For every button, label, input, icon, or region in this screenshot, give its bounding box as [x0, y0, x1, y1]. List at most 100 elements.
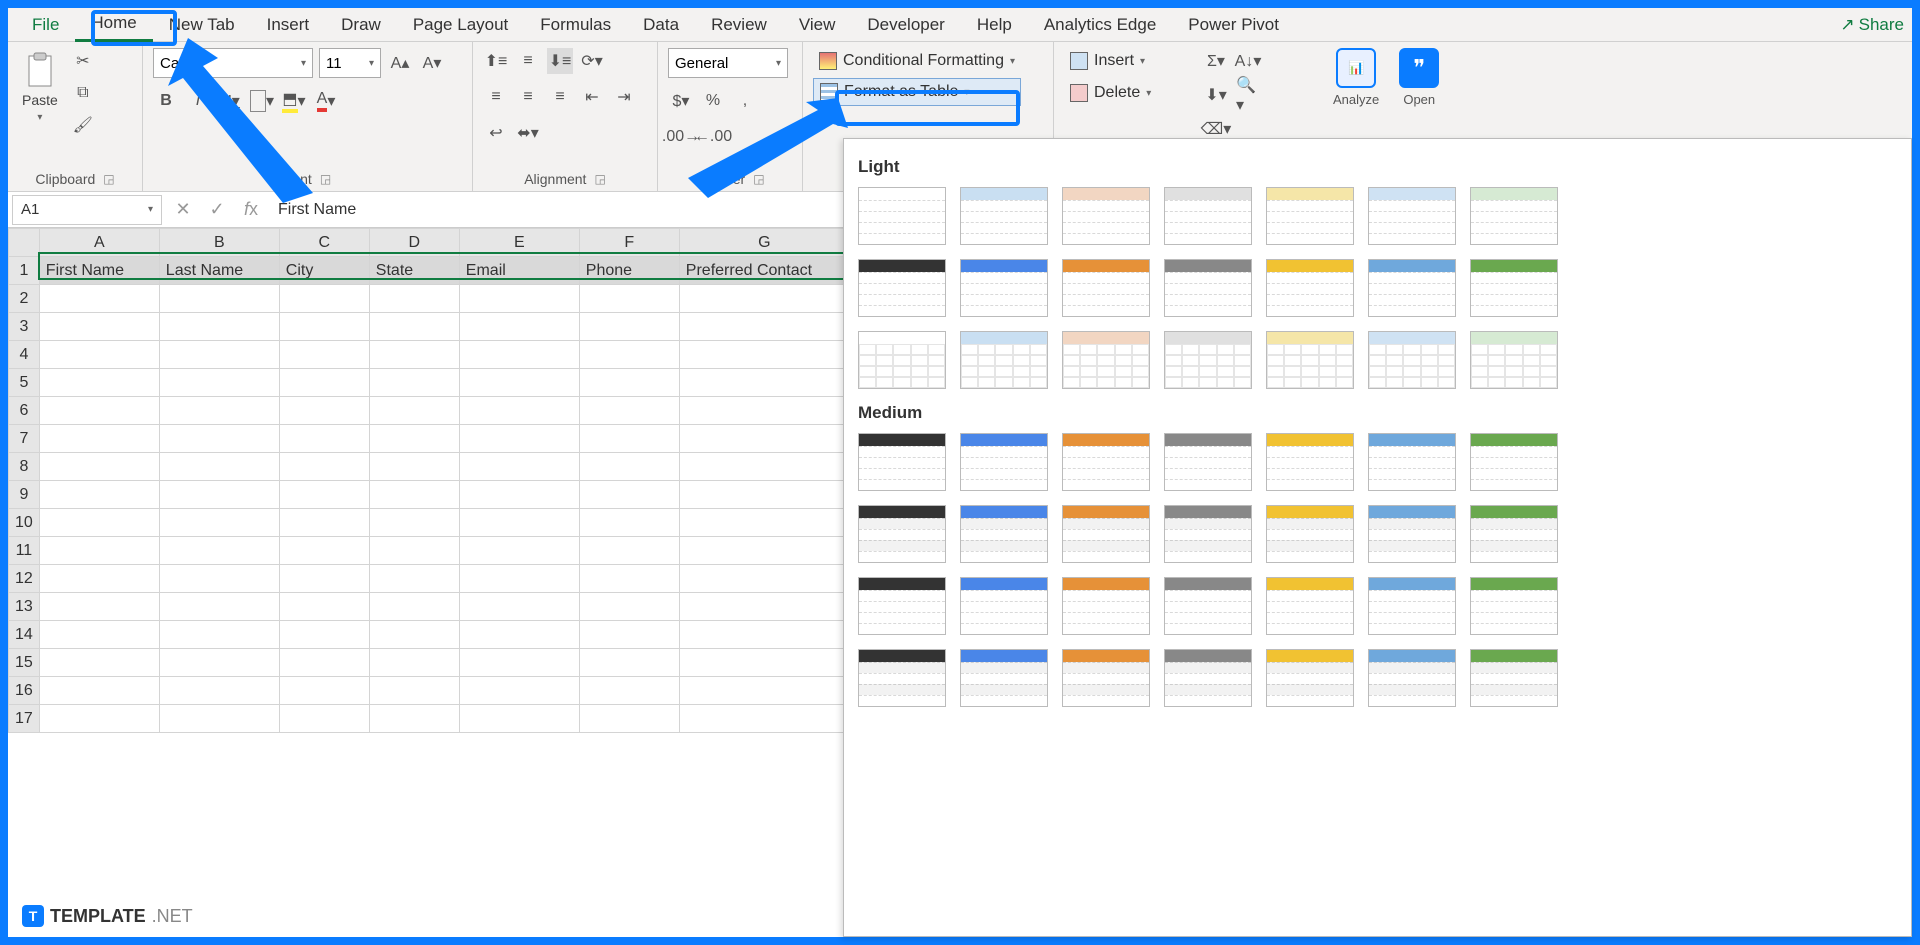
conditional-formatting-button[interactable]: Conditional Formatting▾ [813, 48, 1021, 74]
insert-cells-button[interactable]: Insert▾ [1064, 48, 1157, 74]
cell-G1[interactable]: Preferred Contact [679, 257, 849, 285]
table-style-swatch[interactable] [1368, 331, 1456, 389]
cell-D12[interactable] [369, 565, 459, 593]
table-style-swatch[interactable] [1062, 505, 1150, 563]
cell-A14[interactable] [39, 621, 159, 649]
autosum-button[interactable]: Σ▾ [1203, 48, 1229, 74]
open-button[interactable]: ❞Open [1399, 48, 1439, 107]
cell-F13[interactable] [579, 593, 679, 621]
cell-G15[interactable] [679, 649, 849, 677]
row-header-3[interactable]: 3 [9, 313, 40, 341]
cell-A17[interactable] [39, 705, 159, 733]
cell-B2[interactable] [159, 285, 279, 313]
row-header-13[interactable]: 13 [9, 593, 40, 621]
col-header-E[interactable]: E [459, 229, 579, 257]
increase-font-button[interactable]: A▴ [387, 50, 413, 76]
cell-A1[interactable]: First Name [39, 257, 159, 285]
cell-B1[interactable]: Last Name [159, 257, 279, 285]
tab-newtab[interactable]: New Tab [153, 9, 251, 41]
cell-D4[interactable] [369, 341, 459, 369]
cell-D13[interactable] [369, 593, 459, 621]
cell-E3[interactable] [459, 313, 579, 341]
cell-E1[interactable]: Email [459, 257, 579, 285]
cell-C8[interactable] [279, 453, 369, 481]
currency-button[interactable]: $▾ [668, 88, 694, 114]
table-style-swatch[interactable] [1266, 505, 1354, 563]
cell-D7[interactable] [369, 425, 459, 453]
cell-E14[interactable] [459, 621, 579, 649]
table-style-swatch[interactable] [960, 433, 1048, 491]
name-box[interactable]: A1▾ [12, 195, 162, 225]
cell-D2[interactable] [369, 285, 459, 313]
table-style-swatch[interactable] [858, 259, 946, 317]
table-style-swatch[interactable] [1470, 649, 1558, 707]
cell-A16[interactable] [39, 677, 159, 705]
cell-G4[interactable] [679, 341, 849, 369]
tab-review[interactable]: Review [695, 9, 783, 41]
cell-G8[interactable] [679, 453, 849, 481]
cell-F5[interactable] [579, 369, 679, 397]
cell-F15[interactable] [579, 649, 679, 677]
tab-pagelayout[interactable]: Page Layout [397, 9, 524, 41]
table-style-swatch[interactable] [1368, 577, 1456, 635]
table-style-swatch[interactable] [1062, 187, 1150, 245]
cell-C13[interactable] [279, 593, 369, 621]
cell-C11[interactable] [279, 537, 369, 565]
row-header-2[interactable]: 2 [9, 285, 40, 313]
cell-C3[interactable] [279, 313, 369, 341]
row-header-5[interactable]: 5 [9, 369, 40, 397]
table-style-swatch[interactable] [1062, 433, 1150, 491]
border-button[interactable]: ▾ [249, 88, 275, 114]
table-style-swatch[interactable] [1470, 505, 1558, 563]
tab-data[interactable]: Data [627, 9, 695, 41]
cell-B15[interactable] [159, 649, 279, 677]
cell-F16[interactable] [579, 677, 679, 705]
cell-E8[interactable] [459, 453, 579, 481]
copy-button[interactable]: ⧉ [70, 80, 96, 106]
align-right-button[interactable]: ≡ [547, 84, 573, 110]
table-style-swatch[interactable] [1266, 187, 1354, 245]
cell-D16[interactable] [369, 677, 459, 705]
table-style-swatch[interactable] [1368, 187, 1456, 245]
fill-button[interactable]: ⬇▾ [1203, 82, 1229, 108]
cell-B10[interactable] [159, 509, 279, 537]
row-header-12[interactable]: 12 [9, 565, 40, 593]
row-header-4[interactable]: 4 [9, 341, 40, 369]
table-style-swatch[interactable] [1470, 433, 1558, 491]
cell-E4[interactable] [459, 341, 579, 369]
cell-G2[interactable] [679, 285, 849, 313]
cell-E6[interactable] [459, 397, 579, 425]
launcher-icon[interactable]: ◲ [103, 172, 114, 186]
launcher-icon[interactable]: ◲ [753, 172, 764, 186]
font-color-button[interactable]: A▾ [313, 88, 339, 114]
cell-F3[interactable] [579, 313, 679, 341]
col-header-D[interactable]: D [369, 229, 459, 257]
cell-A8[interactable] [39, 453, 159, 481]
cell-B11[interactable] [159, 537, 279, 565]
table-style-swatch[interactable] [960, 577, 1048, 635]
cell-E13[interactable] [459, 593, 579, 621]
tab-formulas[interactable]: Formulas [524, 9, 627, 41]
font-name-select[interactable]: Calibri▾ [153, 48, 313, 78]
fx-icon[interactable]: fx [234, 199, 268, 220]
cell-D6[interactable] [369, 397, 459, 425]
cell-C2[interactable] [279, 285, 369, 313]
cell-F1[interactable]: Phone [579, 257, 679, 285]
decrease-font-button[interactable]: A▾ [419, 50, 445, 76]
launcher-icon[interactable]: ◲ [594, 172, 605, 186]
cell-A15[interactable] [39, 649, 159, 677]
cell-E5[interactable] [459, 369, 579, 397]
cell-C14[interactable] [279, 621, 369, 649]
cell-E7[interactable] [459, 425, 579, 453]
table-style-swatch[interactable] [1062, 649, 1150, 707]
cell-C7[interactable] [279, 425, 369, 453]
cell-G9[interactable] [679, 481, 849, 509]
table-style-swatch[interactable] [1470, 259, 1558, 317]
cell-B9[interactable] [159, 481, 279, 509]
cell-A9[interactable] [39, 481, 159, 509]
col-header-G[interactable]: G [679, 229, 849, 257]
table-style-swatch[interactable] [1470, 187, 1558, 245]
cell-C4[interactable] [279, 341, 369, 369]
table-style-swatch[interactable] [858, 649, 946, 707]
table-style-swatch[interactable] [1368, 259, 1456, 317]
